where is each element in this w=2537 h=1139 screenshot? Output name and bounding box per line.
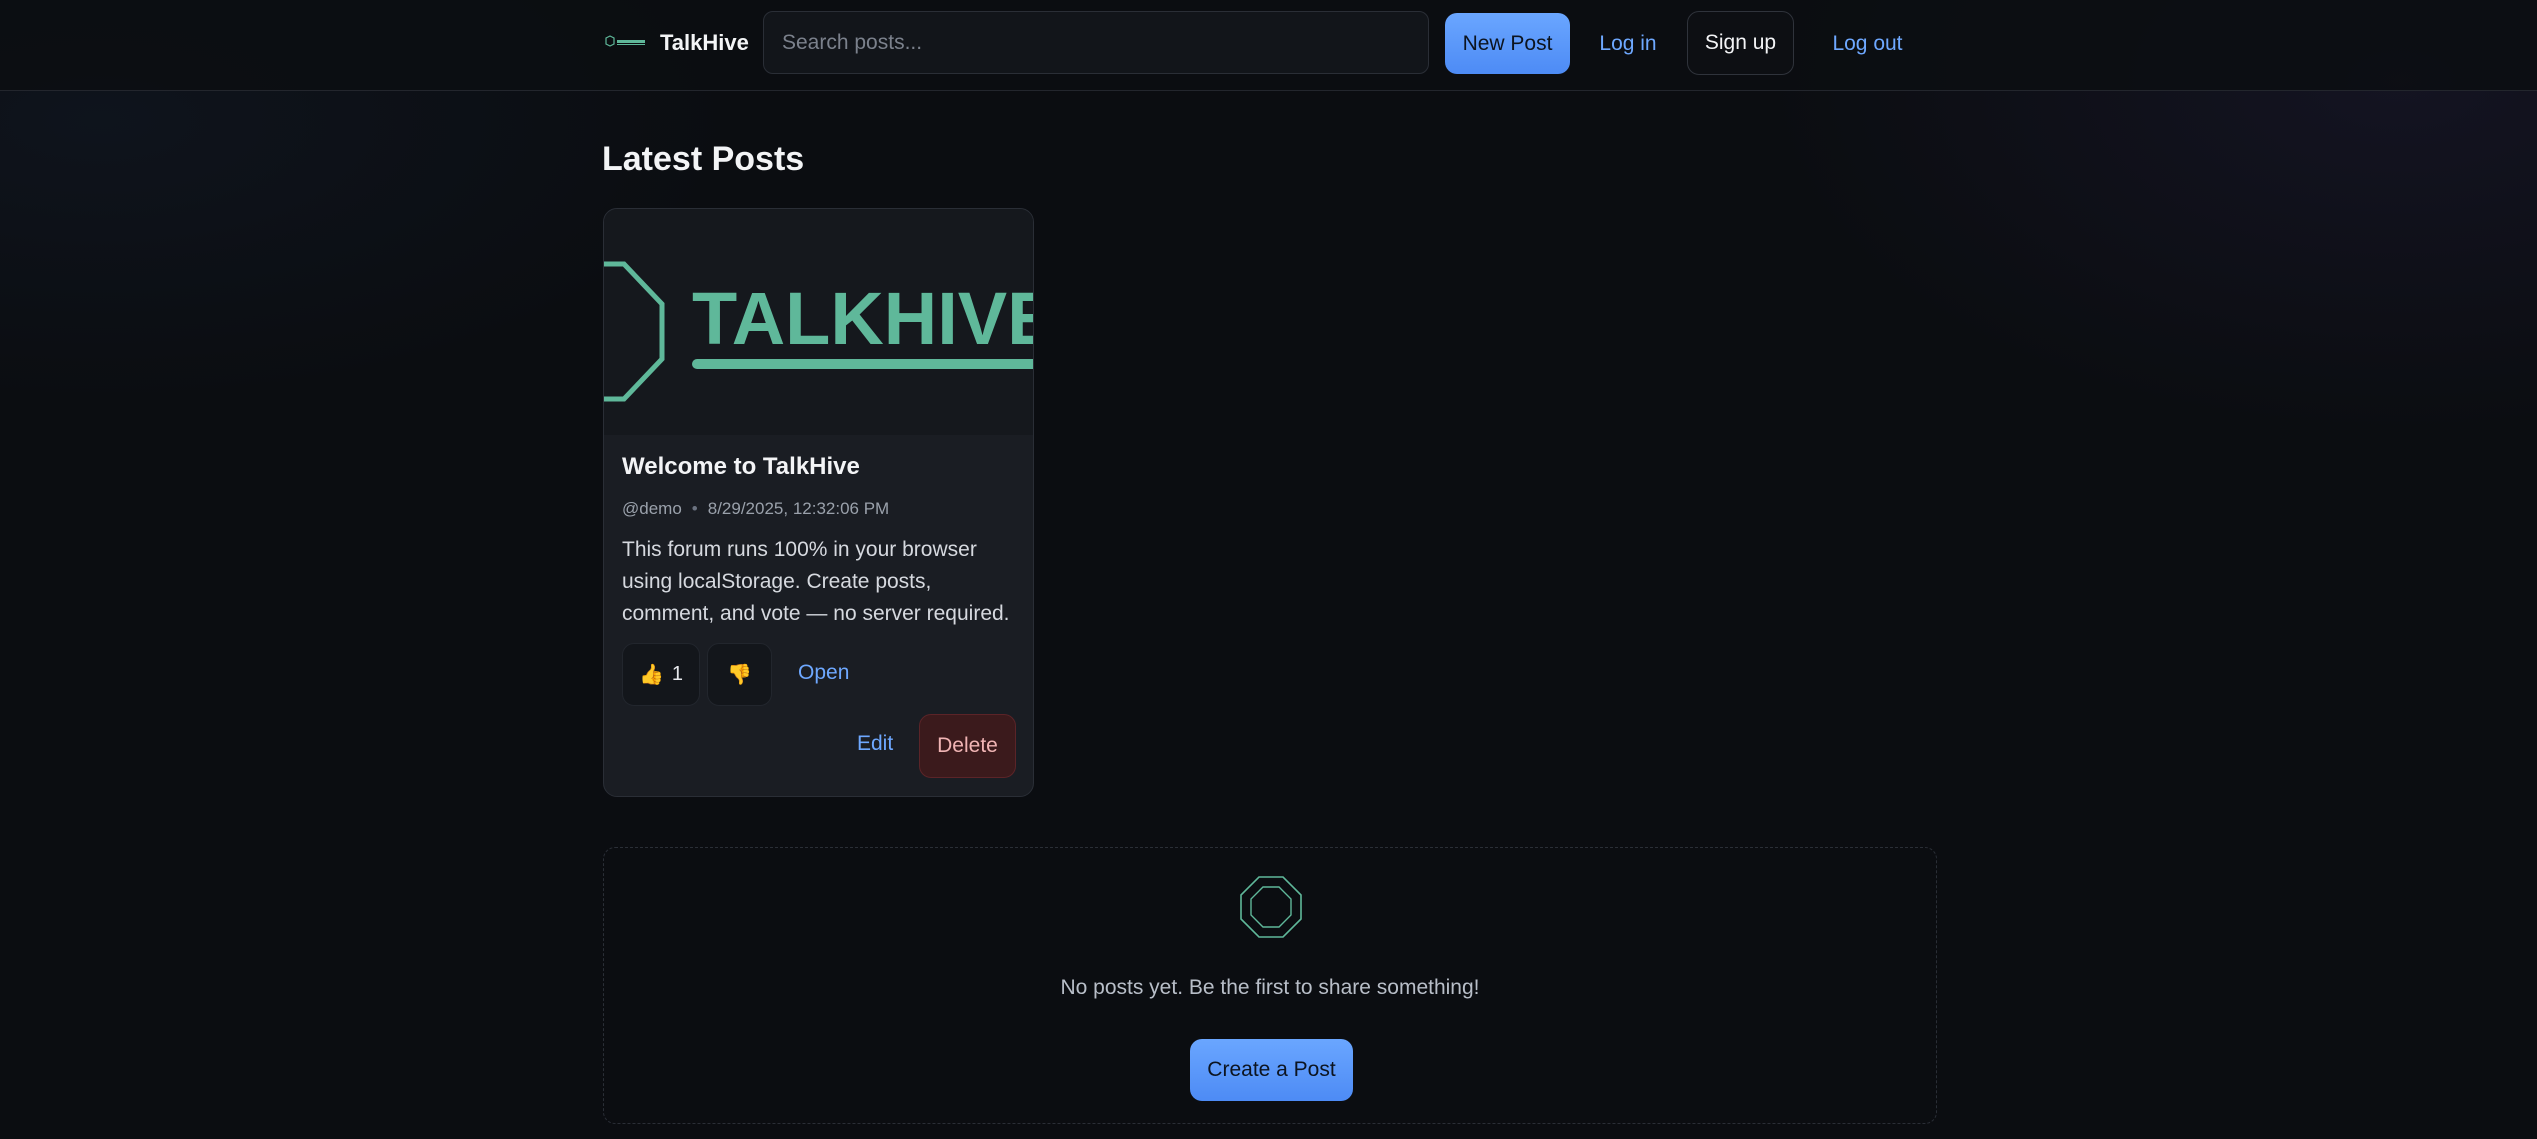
empty-state: No posts yet. Be the first to share some…	[603, 847, 1937, 1124]
hexagon-logo-icon	[602, 35, 648, 51]
logout-link[interactable]: Log out	[1815, 13, 1920, 74]
brand[interactable]: TalkHive	[602, 22, 749, 64]
downvote-button[interactable]: 👎	[707, 643, 772, 706]
upvote-button[interactable]: 👍 1	[622, 643, 700, 706]
post-image: TALKHIVE	[604, 209, 1034, 435]
post-card: TALKHIVE Welcome to TalkHive @demo • 8/2…	[603, 208, 1034, 797]
post-body: This forum runs 100% in your browser usi…	[622, 538, 1010, 625]
top-nav: TalkHive New Post Log in Sign up Log out	[0, 0, 2537, 91]
upvote-count: 1	[671, 663, 684, 685]
page-title: Latest Posts	[602, 140, 805, 178]
post-timestamp: 8/29/2025, 12:32:06 PM	[707, 499, 890, 518]
post-title[interactable]: Welcome to TalkHive	[622, 453, 860, 481]
delete-post-button[interactable]: Delete	[919, 714, 1016, 778]
brand-name: TalkHive	[660, 30, 749, 55]
meta-separator: •	[691, 499, 698, 518]
octagon-icon	[1239, 875, 1303, 939]
signup-button[interactable]: Sign up	[1687, 11, 1794, 75]
login-link[interactable]: Log in	[1583, 13, 1673, 74]
create-post-button[interactable]: Create a Post	[1190, 1039, 1353, 1101]
post-author: @demo	[622, 499, 682, 518]
open-post-link[interactable]: Open	[798, 661, 849, 685]
new-post-button[interactable]: New Post	[1445, 13, 1570, 74]
post-meta: @demo • 8/29/2025, 12:32:06 PM	[622, 499, 889, 519]
post-image-wordmark: TALKHIVE	[692, 277, 1034, 360]
thumbs-down-icon: 👎	[727, 664, 752, 686]
search-input[interactable]	[763, 11, 1429, 74]
edit-post-link[interactable]: Edit	[857, 732, 893, 756]
thumbs-up-icon: 👍	[638, 664, 664, 686]
empty-state-message: No posts yet. Be the first to share some…	[1060, 976, 1480, 999]
